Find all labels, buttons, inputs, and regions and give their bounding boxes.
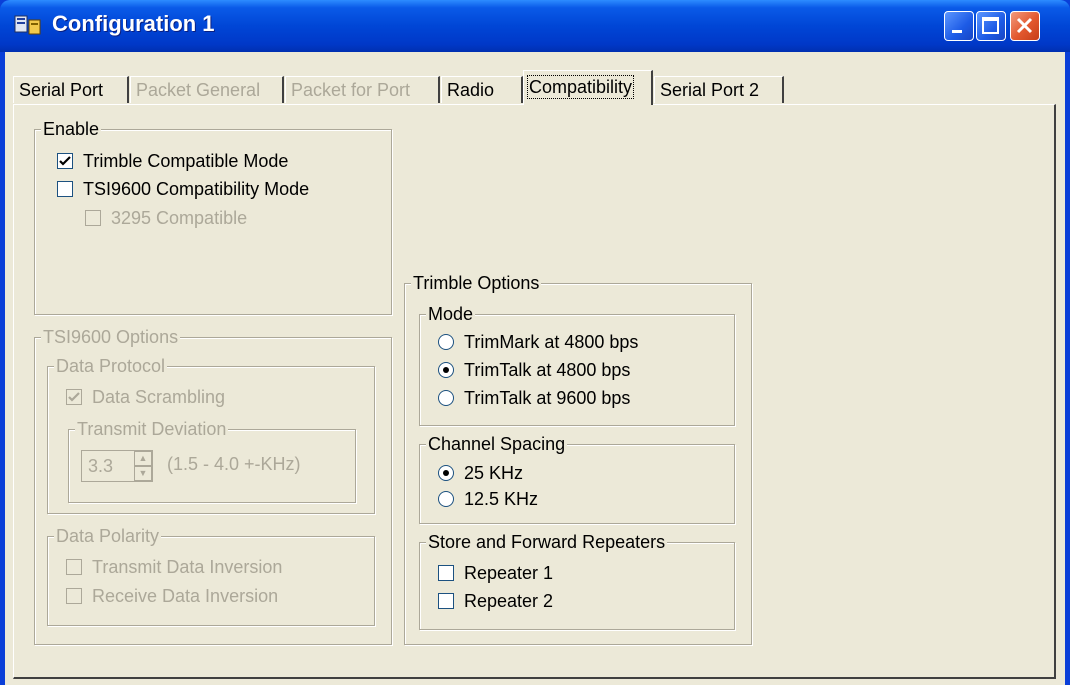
checkmark-icon: [59, 156, 71, 166]
tsi9600-options-group: TSI9600 Options Data Protocol Data Scram…: [34, 325, 392, 645]
data-protocol-legend: Data Protocol: [54, 354, 168, 378]
radio-button[interactable]: [438, 390, 454, 406]
checkmark-icon: [68, 392, 80, 402]
tab-packet-general[interactable]: Packet General: [130, 76, 284, 103]
channel-spacing-label: 25 KHz: [464, 463, 524, 483]
enable-group: Enable Trimble Compatible Mode TSI9600 C…: [34, 117, 392, 315]
receive-data-inversion-checkbox[interactable]: Receive Data Inversion: [66, 584, 278, 608]
repeater-2-label: Repeater 2: [464, 591, 554, 611]
spin-up-button[interactable]: ▲: [134, 451, 152, 466]
checkbox-box[interactable]: [57, 181, 73, 197]
transmit-deviation-value: 3.3: [88, 456, 114, 476]
checkbox-box[interactable]: [66, 389, 82, 405]
repeater-1-checkbox[interactable]: Repeater 1: [438, 561, 553, 585]
trimble-compatible-label: Trimble Compatible Mode: [83, 151, 289, 171]
compatibility-panel: Enable Trimble Compatible Mode TSI9600 C…: [13, 104, 1056, 679]
radio-selected-dot: [443, 470, 449, 476]
checkbox-box[interactable]: [66, 559, 82, 575]
radio-selected-dot: [443, 367, 449, 373]
trimble-options-group: Trimble Options Mode TrimMark at 4800 bp…: [404, 271, 752, 645]
transmit-data-inversion-checkbox[interactable]: Transmit Data Inversion: [66, 555, 282, 579]
store-forward-repeaters-legend: Store and Forward Repeaters: [426, 530, 668, 554]
tab-compatibility[interactable]: Compatibility: [523, 70, 653, 105]
channel-spacing-group: Channel Spacing 25 KHz 12.5 KHz: [419, 432, 735, 524]
checkbox-box[interactable]: [66, 588, 82, 604]
tab-serial-port-2[interactable]: Serial Port 2: [654, 76, 784, 103]
transmit-deviation-range: (1.5 - 4.0 +-KHz): [167, 454, 301, 474]
transmit-deviation-spinner[interactable]: 3.3 ▲ ▼: [81, 450, 153, 482]
configuration-app-icon: [14, 15, 41, 35]
compatible-3295-checkbox[interactable]: 3295 Compatible: [85, 206, 247, 230]
data-scrambling-label: Data Scrambling: [92, 387, 226, 407]
transmit-deviation-legend: Transmit Deviation: [75, 417, 229, 441]
mode-group: Mode TrimMark at 4800 bps TrimTalk at 48…: [419, 302, 735, 426]
compatible-3295-label: 3295 Compatible: [111, 208, 248, 228]
data-scrambling-checkbox[interactable]: Data Scrambling: [66, 385, 225, 409]
repeater-1-label: Repeater 1: [464, 563, 554, 583]
minimize-button[interactable]: [944, 11, 974, 41]
data-protocol-group: Data Protocol Data Scrambling Transmit D…: [47, 354, 375, 514]
tsi9600-compatibility-checkbox[interactable]: TSI9600 Compatibility Mode: [57, 177, 309, 201]
tab-radio[interactable]: Radio: [441, 76, 523, 103]
channel-spacing-legend: Channel Spacing: [426, 432, 568, 456]
checkbox-box[interactable]: [438, 565, 454, 581]
receive-data-inversion-label: Receive Data Inversion: [92, 586, 279, 606]
tsi9600-compatibility-label: TSI9600 Compatibility Mode: [83, 179, 310, 199]
maximize-icon: [982, 17, 999, 34]
dialog-client-area: Serial Port Packet General Packet for Po…: [5, 52, 1065, 685]
mode-option-trimtalk-9600[interactable]: TrimTalk at 9600 bps: [438, 386, 630, 410]
title-bar[interactable]: Configuration 1: [0, 0, 1070, 52]
transmit-data-inversion-label: Transmit Data Inversion: [92, 557, 283, 577]
window-title: Configuration 1: [52, 11, 215, 36]
checkbox-box[interactable]: [438, 593, 454, 609]
maximize-button[interactable]: [976, 11, 1006, 41]
mode-option-label: TrimTalk at 4800 bps: [464, 360, 631, 380]
data-polarity-legend: Data Polarity: [54, 524, 162, 548]
mode-option-trimtalk-4800[interactable]: TrimTalk at 4800 bps: [438, 358, 630, 382]
mode-option-label: TrimMark at 4800 bps: [464, 332, 639, 352]
channel-spacing-label: 12.5 KHz: [464, 489, 539, 509]
data-polarity-group: Data Polarity Transmit Data Inversion Re…: [47, 524, 375, 626]
close-icon: [1016, 17, 1033, 34]
mode-legend: Mode: [426, 302, 476, 326]
radio-button[interactable]: [438, 334, 454, 350]
mode-option-trimmark-4800[interactable]: TrimMark at 4800 bps: [438, 330, 638, 354]
transmit-deviation-group: Transmit Deviation 3.3 ▲ ▼ (1.5 - 4.0 +-…: [68, 417, 356, 503]
configuration-window: Configuration 1 Serial Port Packet Gener…: [0, 0, 1070, 685]
trimble-compatible-checkbox[interactable]: Trimble Compatible Mode: [57, 149, 288, 173]
channel-spacing-25khz[interactable]: 25 KHz: [438, 461, 523, 485]
radio-button[interactable]: [438, 491, 454, 507]
minimize-icon: [952, 30, 962, 33]
chevron-up-icon: ▲: [138, 453, 148, 463]
repeater-2-checkbox[interactable]: Repeater 2: [438, 589, 553, 613]
tab-serial-port[interactable]: Serial Port: [13, 76, 129, 103]
chevron-down-icon: ▼: [138, 468, 148, 478]
checkbox-box[interactable]: [85, 210, 101, 226]
mode-option-label: TrimTalk at 9600 bps: [464, 388, 631, 408]
channel-spacing-12-5khz[interactable]: 12.5 KHz: [438, 487, 538, 511]
checkbox-box[interactable]: [57, 153, 73, 169]
enable-legend: Enable: [41, 117, 102, 141]
spin-down-button[interactable]: ▼: [134, 466, 152, 481]
tab-packet-for-port[interactable]: Packet for Port: [285, 76, 440, 103]
radio-button[interactable]: [438, 362, 454, 378]
close-button[interactable]: [1010, 11, 1040, 41]
store-forward-repeaters-group: Store and Forward Repeaters Repeater 1 R…: [419, 530, 735, 630]
tsi9600-options-legend: TSI9600 Options: [41, 325, 181, 349]
radio-button[interactable]: [438, 465, 454, 481]
trimble-options-legend: Trimble Options: [411, 271, 542, 295]
